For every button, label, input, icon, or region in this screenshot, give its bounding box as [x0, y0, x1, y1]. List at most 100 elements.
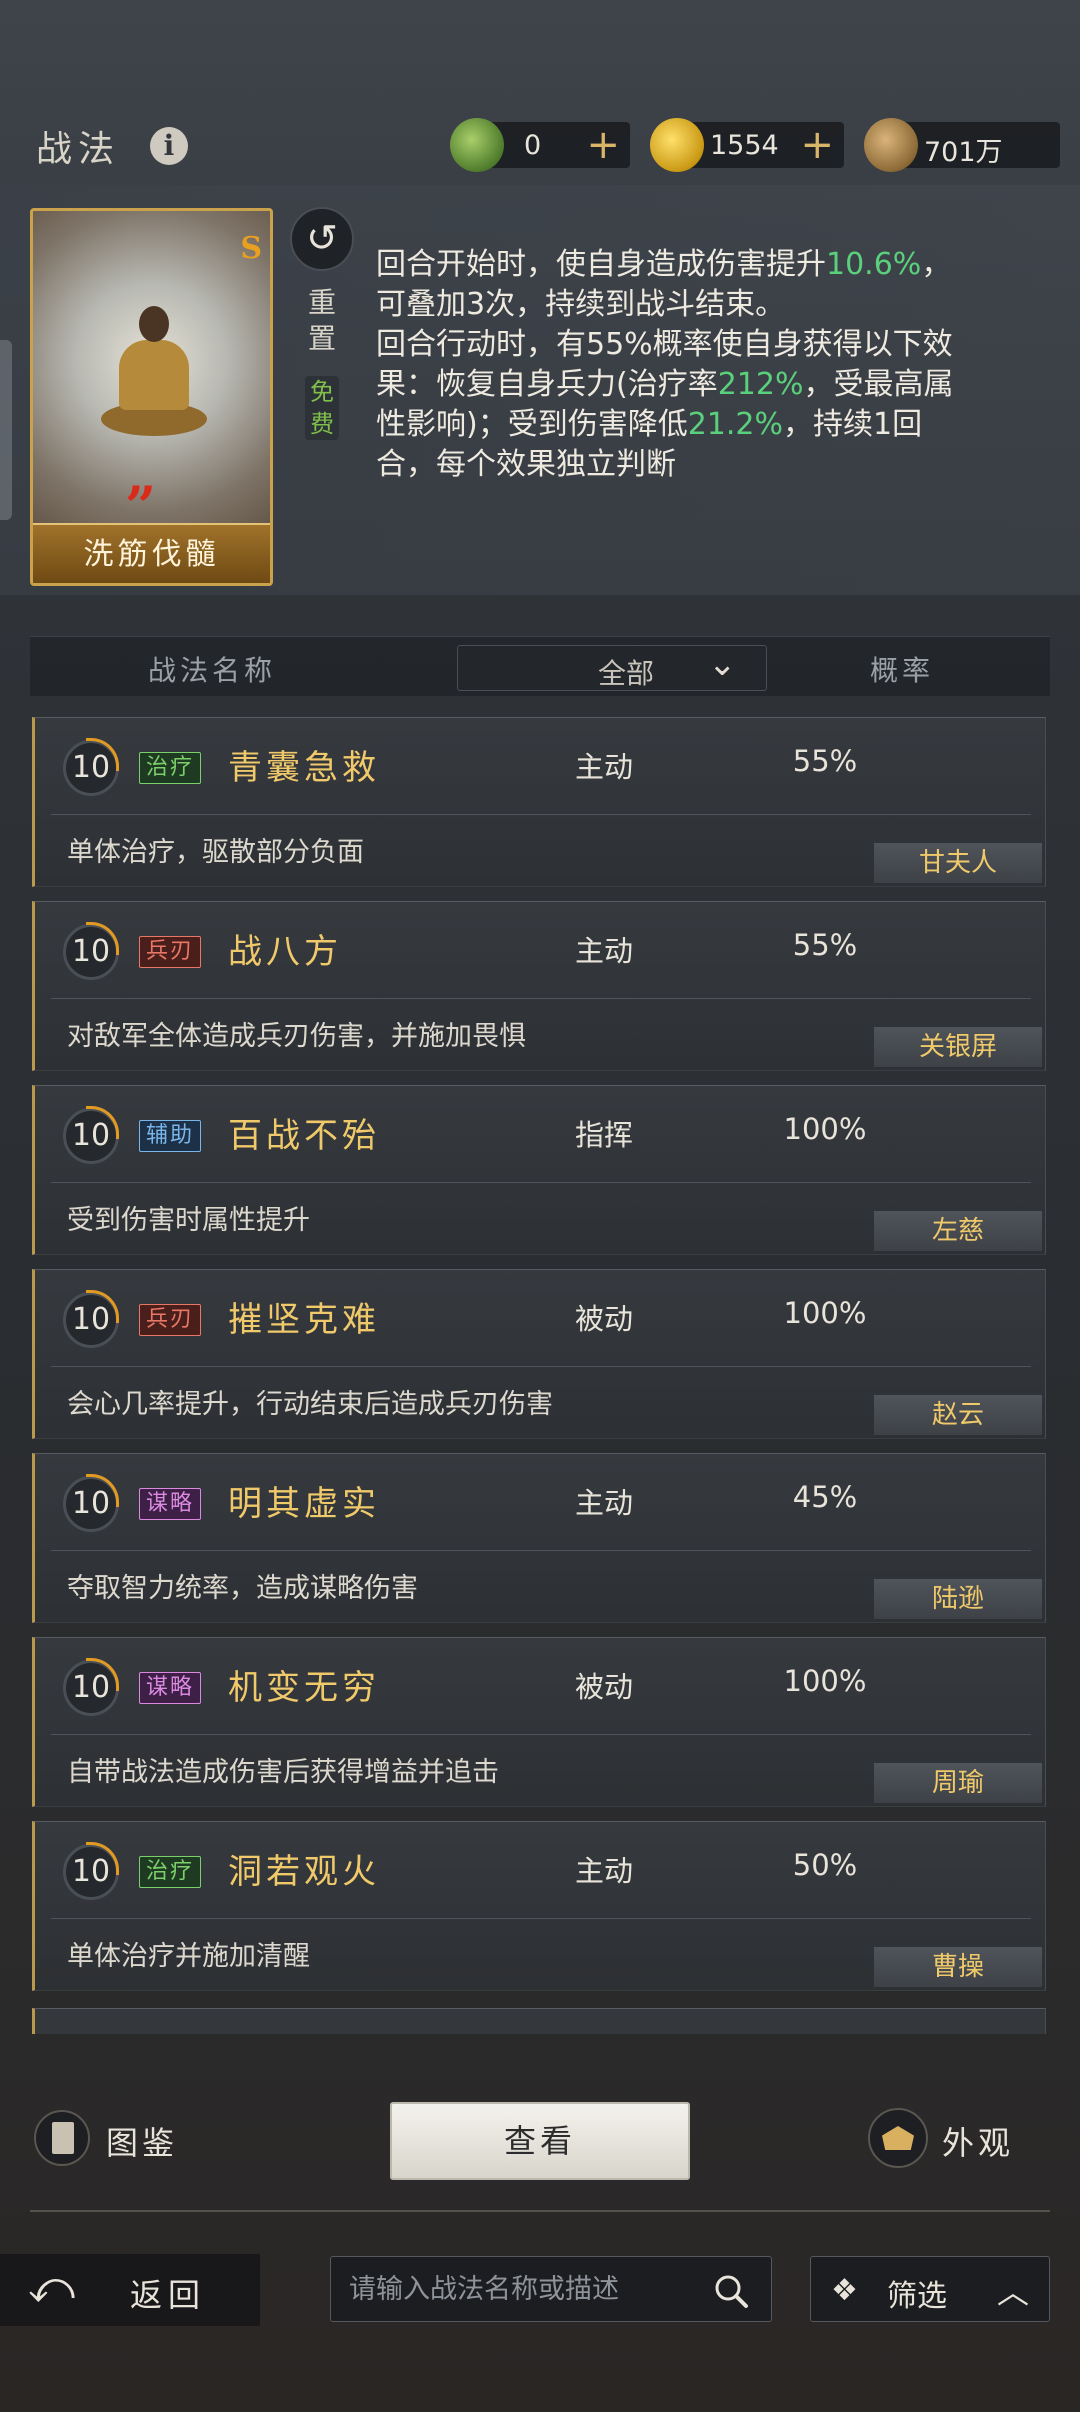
skill-rate: 100%	[783, 1664, 867, 1698]
list-item[interactable]: 10 兵刃 战八方 主动 55% 对敌军全体造成兵刃伤害，并施加畏惧 关银屏	[32, 901, 1046, 1071]
column-header-name: 战法名称	[148, 654, 277, 687]
gold-currency: 1554 +	[650, 118, 844, 172]
dropdown-value: 全部	[598, 657, 655, 690]
copper-currency: 701万	[864, 118, 1060, 172]
card-name: 洗筋伐髓	[33, 523, 270, 583]
gold-coin-icon	[650, 118, 704, 172]
skill-type-tag: 谋略	[139, 1488, 202, 1520]
skill-kind: 主动	[575, 934, 634, 968]
skill-owner-tag[interactable]: 赵云	[874, 1395, 1042, 1435]
row-divider	[51, 1366, 1031, 1367]
info-icon[interactable]: i	[150, 127, 188, 165]
jade-coin-icon	[450, 118, 504, 172]
row-divider	[51, 1182, 1031, 1183]
skill-type-tag: 辅助	[139, 1120, 202, 1152]
skill-owner-tag[interactable]: 陆逊	[874, 1579, 1042, 1619]
skill-rate: 100%	[783, 1296, 867, 1330]
skill-type-tag: 治疗	[139, 752, 202, 784]
jade-currency: 0 +	[450, 118, 630, 172]
skill-rate: 100%	[783, 1112, 867, 1146]
card-rank: S	[240, 231, 262, 266]
skill-card[interactable]: S ” 洗筋伐髓	[30, 208, 273, 586]
skill-kind: 被动	[575, 1670, 634, 1704]
list-item[interactable]: 10 谋略 明其虚实 主动 45% 夺取智力统率，造成谋略伤害 陆逊	[32, 1453, 1046, 1623]
row-divider	[51, 1918, 1031, 1919]
atlas-icon[interactable]	[34, 2110, 90, 2166]
list-item-partial[interactable]	[32, 2008, 1046, 2034]
skill-name: 洞若观火	[228, 1852, 380, 1892]
search-icon[interactable]	[711, 2271, 751, 2311]
skill-summary: 对敌军全体造成兵刃伤害，并施加畏惧	[67, 1021, 526, 1052]
list-header: 战法名称 全部 ⌄ 概率	[30, 636, 1050, 696]
skill-level-badge: 10	[63, 1474, 119, 1532]
type-filter-dropdown[interactable]: 全部 ⌄	[457, 644, 767, 691]
back-button[interactable]: ⤺ 返回	[0, 2254, 260, 2326]
search-box[interactable]	[330, 2256, 772, 2322]
filter-icon: ❖	[831, 2273, 858, 2308]
back-label: 返回	[130, 2276, 207, 2314]
skill-owner-tag[interactable]: 关银屏	[874, 1027, 1042, 1067]
highlight-value: 21.2%	[687, 407, 784, 442]
row-divider	[51, 1734, 1031, 1735]
skill-kind: 被动	[575, 1302, 634, 1336]
skill-kind: 主动	[575, 1854, 634, 1888]
filter-button[interactable]: ❖ 筛选 ︿	[810, 2256, 1050, 2322]
free-badge: 免费	[305, 376, 339, 440]
skill-name: 明其虚实	[228, 1484, 380, 1524]
reset-button-label[interactable]: 重置	[305, 285, 339, 357]
skill-level-badge: 10	[63, 1106, 119, 1164]
reset-icon[interactable]: ↺	[290, 207, 354, 271]
list-item[interactable]: 10 治疗 洞若观火 主动 50% 单体治疗并施加清醒 曹操	[32, 1821, 1046, 1991]
skill-level-badge: 10	[63, 922, 119, 980]
appearance-button[interactable]: 外观	[942, 2118, 1014, 2164]
skill-rate: 55%	[792, 928, 858, 962]
skill-type-tag: 兵刃	[139, 1304, 202, 1336]
skill-summary: 受到伤害时属性提升	[67, 1205, 310, 1236]
skill-summary: 自带战法造成伤害后获得增益并追击	[67, 1757, 499, 1788]
skill-description: 回合开始时，使自身造成伤害提升10.6%，可叠加3次，持续到战斗结束。 回合行动…	[376, 247, 954, 482]
skill-kind: 主动	[575, 750, 634, 784]
skill-rate: 55%	[792, 744, 858, 778]
skill-type-tag: 谋略	[139, 1672, 202, 1704]
skill-kind: 主动	[575, 1486, 634, 1520]
skill-summary: 会心几率提升，行动结束后造成兵刃伤害	[67, 1389, 553, 1420]
skill-name: 摧坚克难	[228, 1300, 380, 1340]
highlight-value: 212%	[717, 367, 804, 402]
list-item[interactable]: 10 谋略 机变无穷 被动 100% 自带战法造成伤害后获得增益并追击 周瑜	[32, 1637, 1046, 1807]
skill-owner-tag[interactable]: 左慈	[874, 1211, 1042, 1251]
row-divider	[51, 1550, 1031, 1551]
divider	[30, 2210, 1050, 2212]
skill-owner-tag[interactable]: 甘夫人	[874, 843, 1042, 883]
side-drawer-handle[interactable]	[0, 340, 12, 520]
skill-summary: 夺取智力统率，造成谋略伤害	[67, 1573, 418, 1604]
view-button[interactable]: 查看	[390, 2102, 690, 2180]
list-item[interactable]: 10 辅助 百战不殆 指挥 100% 受到伤害时属性提升 左慈	[32, 1085, 1046, 1255]
copper-currency-value: 701万	[924, 137, 1003, 168]
atlas-button[interactable]: 图鉴	[106, 2118, 178, 2164]
skill-name: 机变无穷	[228, 1668, 380, 1708]
add-gold-button[interactable]: +	[800, 122, 834, 168]
skill-type-tag: 治疗	[139, 1856, 202, 1888]
skill-owner-tag[interactable]: 周瑜	[874, 1763, 1042, 1803]
skill-level-badge: 10	[63, 1842, 119, 1900]
filter-label: 筛选	[887, 2279, 947, 2314]
chevron-up-icon: ︿	[997, 2273, 1030, 2311]
skill-level-badge: 10	[63, 1658, 119, 1716]
search-input[interactable]	[349, 2269, 689, 2309]
top-bar: 战法 i 0 + 1554 + 701万	[0, 110, 1080, 185]
skill-name: 百战不殆	[228, 1116, 380, 1156]
skill-name: 青囊急救	[228, 748, 380, 788]
skill-kind: 指挥	[575, 1118, 634, 1152]
add-jade-button[interactable]: +	[586, 122, 620, 168]
gold-currency-value: 1554	[710, 130, 779, 161]
copper-coin-icon	[864, 118, 918, 172]
skill-type-tag: 兵刃	[139, 936, 202, 968]
skill-rate: 50%	[792, 1848, 858, 1882]
meditating-figure-illustration	[101, 306, 207, 456]
jade-currency-value: 0	[524, 130, 542, 161]
appearance-icon[interactable]	[868, 2108, 928, 2168]
row-divider	[51, 998, 1031, 999]
list-item[interactable]: 10 治疗 青囊急救 主动 55% 单体治疗，驱散部分负面 甘夫人	[32, 717, 1046, 887]
list-item[interactable]: 10 兵刃 摧坚克难 被动 100% 会心几率提升，行动结束后造成兵刃伤害 赵云	[32, 1269, 1046, 1439]
skill-owner-tag[interactable]: 曹操	[874, 1947, 1042, 1987]
